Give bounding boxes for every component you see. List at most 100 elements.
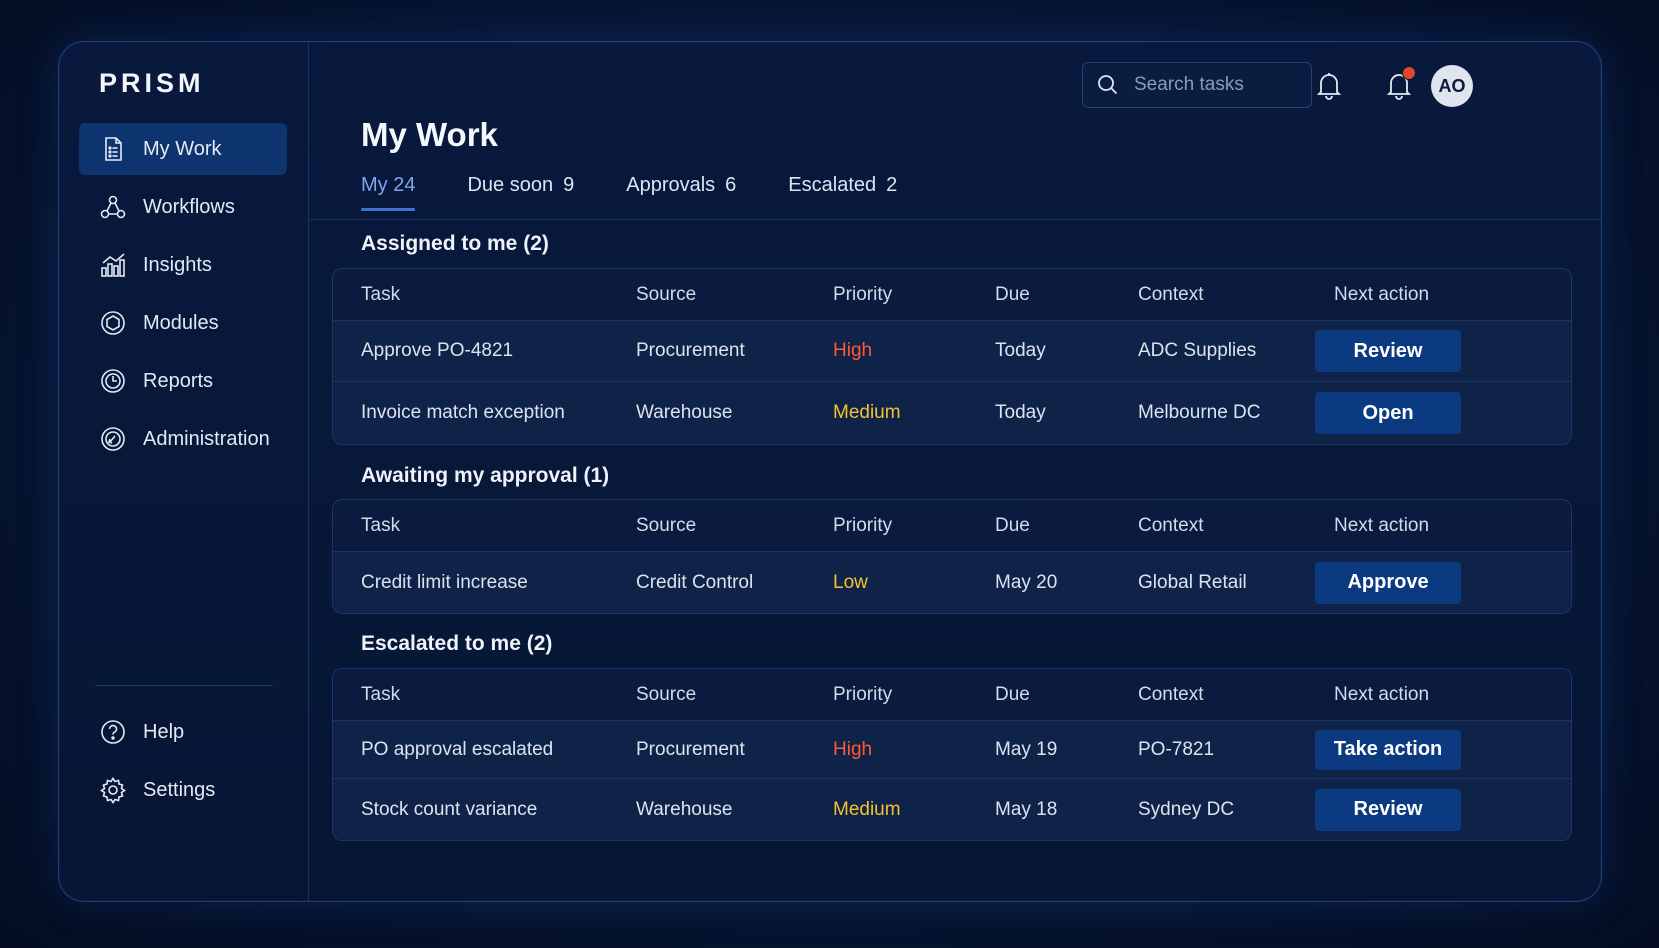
table-row[interactable]: Stock count variance Warehouse Medium Ma… <box>333 778 1571 840</box>
section-title: Escalated to me (2) <box>361 632 553 655</box>
sidebar-item-administration[interactable]: Administration <box>79 413 287 465</box>
avatar[interactable]: AO <box>1431 65 1473 107</box>
sidebar-item-modules[interactable]: Modules <box>79 297 287 349</box>
section-title: Awaiting my approval (1) <box>361 464 610 487</box>
escalated-table: Task Source Priority Due Context Next ac… <box>332 668 1572 841</box>
gear-icon <box>100 777 126 804</box>
due-cell: May 18 <box>995 798 1058 820</box>
column-header: Context <box>1138 283 1204 305</box>
tab-due-soon[interactable]: Due soon 9 <box>467 174 574 211</box>
column-header: Context <box>1138 514 1204 536</box>
due-cell: Today <box>995 340 1046 361</box>
task-cell: PO approval escalated <box>361 738 554 760</box>
help-circle-icon <box>101 720 125 744</box>
sidebar-item-settings[interactable]: Settings <box>79 764 287 816</box>
column-header: Due <box>995 283 1030 305</box>
due-cell: May 20 <box>995 571 1058 593</box>
column-header: Source <box>636 683 697 705</box>
column-header: Priority <box>833 514 893 536</box>
sidebar-item-workflows[interactable]: Workflows <box>79 181 287 233</box>
column-header: Source <box>636 514 697 536</box>
review-button[interactable]: Review <box>1315 330 1461 372</box>
search-icon <box>1098 75 1118 95</box>
column-header: Due <box>995 514 1030 536</box>
priority-cell: Medium <box>833 402 901 423</box>
notification-badge <box>1402 66 1416 80</box>
tab-bar: My 24 Due soon 9 Approvals 6 Escalated 2 <box>361 174 949 211</box>
priority-cell: Low <box>833 571 868 593</box>
task-cell: Approve PO-4821 <box>361 340 514 361</box>
due-cell: Today <box>995 402 1046 423</box>
sidebar-bottom-nav: Help Settings <box>79 706 287 822</box>
priority-cell: High <box>833 340 873 361</box>
sidebar-item-help[interactable]: Help <box>79 706 287 758</box>
app-logo: PRISM <box>99 68 205 98</box>
column-header: Next action <box>1334 683 1430 705</box>
tab-my[interactable]: My 24 <box>361 174 416 211</box>
table-header: Task Source Priority Due Context Next ac… <box>333 500 1571 551</box>
table-row[interactable]: Invoice match exception Warehouse Medium… <box>333 381 1571 444</box>
sidebar-item-my-work[interactable]: My Work <box>79 123 287 175</box>
column-header: Next action <box>1334 514 1430 536</box>
tab-escalated[interactable]: Escalated 2 <box>788 174 897 211</box>
table-row[interactable]: Credit limit increase Credit Control Low… <box>333 551 1571 613</box>
open-button[interactable]: Open <box>1315 392 1461 434</box>
context-cell: Sydney DC <box>1138 798 1235 820</box>
table-row[interactable]: Approve PO-4821 Procurement High Today A… <box>333 320 1571 381</box>
assigned-table: Task Source Priority Due Context Next ac… <box>332 268 1572 445</box>
sidebar-item-insights[interactable]: Insights <box>79 239 287 291</box>
priority-cell: High <box>833 738 873 760</box>
table-row[interactable]: PO approval escalated Procurement High M… <box>333 720 1571 778</box>
main-content: AO My Work My 24 Due soon9 Approvals6 Es… <box>309 42 1601 901</box>
task-cell: Stock count variance <box>361 798 538 820</box>
column-header: Priority <box>833 283 893 305</box>
table-header: Task Source Priority Due Context Next ac… <box>333 669 1571 720</box>
search-input[interactable] <box>1132 73 1296 97</box>
sidebar-item-reports[interactable]: Reports <box>79 355 287 407</box>
source-cell: Warehouse <box>636 798 733 820</box>
take-action-button[interactable]: Take action <box>1315 729 1461 770</box>
page-title: My Work <box>361 116 498 153</box>
priority-cell: Medium <box>833 798 901 820</box>
app-window: PRISM My Work Workflows Insights Modules… <box>58 41 1602 902</box>
source-cell: Procurement <box>636 340 745 361</box>
review-button[interactable]: Review <box>1315 788 1461 831</box>
bar-chart-icon <box>101 253 125 277</box>
search-box[interactable] <box>1082 62 1312 108</box>
document-list-icon <box>105 137 122 161</box>
alerts-button[interactable] <box>1382 66 1416 102</box>
context-cell: Global Retail <box>1138 571 1247 593</box>
column-header: Next action <box>1334 283 1430 305</box>
source-cell: Procurement <box>636 738 745 760</box>
column-header: Due <box>995 683 1030 705</box>
bell-icon <box>1316 73 1342 100</box>
tab-approvals[interactable]: Approvals 6 <box>626 174 736 211</box>
column-header: Priority <box>833 683 893 705</box>
source-cell: Credit Control <box>636 571 754 593</box>
column-header: Task <box>361 283 401 305</box>
clock-report-icon <box>101 369 125 393</box>
module-hexagon-icon <box>101 311 125 335</box>
sidebar-item-label: Administration <box>143 427 270 450</box>
sidebar-item-label: Modules <box>143 311 219 334</box>
admin-compass-icon <box>101 427 125 451</box>
sidebar-divider <box>95 685 273 686</box>
source-cell: Warehouse <box>636 402 733 423</box>
sidebar: PRISM My Work Workflows Insights Modules… <box>59 42 309 901</box>
sidebar-item-label: My Work <box>143 137 222 160</box>
sidebar-item-label: Settings <box>143 778 216 801</box>
approve-button[interactable]: Approve <box>1315 561 1461 604</box>
due-cell: May 19 <box>995 738 1058 760</box>
section-title: Assigned to me (2) <box>361 232 549 255</box>
column-header: Source <box>636 283 697 305</box>
column-header: Context <box>1138 683 1204 705</box>
sidebar-item-label: Insights <box>143 253 212 276</box>
notifications-button[interactable] <box>1312 68 1346 102</box>
sidebar-nav: My Work Workflows Insights Modules Repor… <box>79 123 287 471</box>
task-cell: Invoice match exception <box>361 402 565 423</box>
task-cell: Credit limit increase <box>361 571 528 593</box>
workflow-nodes-icon <box>100 195 126 219</box>
tabs-divider <box>309 219 1601 220</box>
context-cell: Melbourne DC <box>1138 402 1261 423</box>
context-cell: PO-7821 <box>1138 738 1215 760</box>
